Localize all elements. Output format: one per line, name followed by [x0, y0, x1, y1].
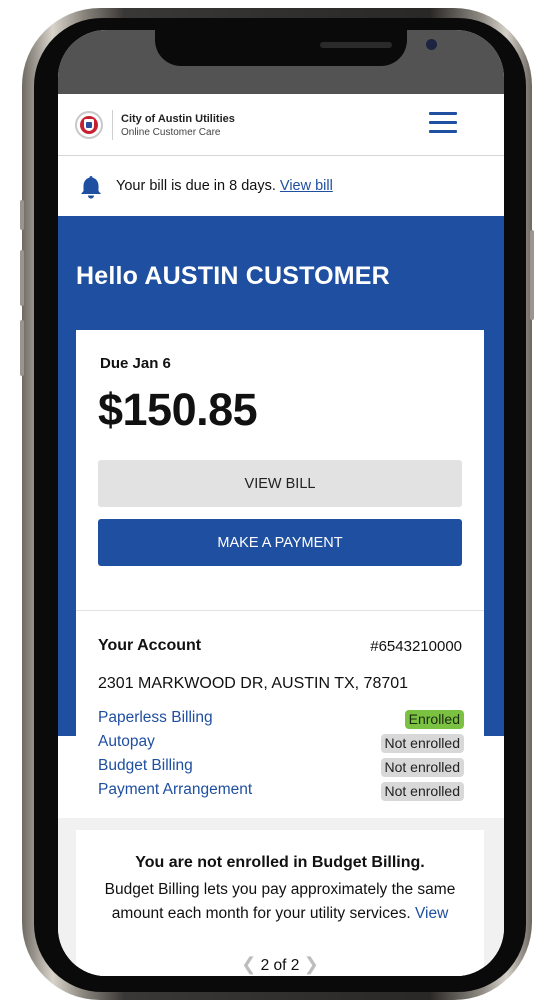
chevron-right-icon[interactable]: ❯: [304, 954, 319, 974]
seal-emblem: [86, 122, 92, 128]
hamburger-menu-icon[interactable]: [429, 110, 457, 134]
program-row-paperless: Paperless Billing Enrolled: [98, 709, 464, 731]
phone-volume-up-button: [20, 250, 24, 306]
view-bill-link[interactable]: View bill: [280, 178, 333, 194]
status-badge: Not enrolled: [380, 734, 464, 753]
bill-summary-card: Due Jan 6 $150.85 VIEW BILL MAKE A PAYME…: [76, 330, 484, 610]
menu-line: [429, 112, 457, 115]
program-row-payment-arrangement: Payment Arrangement Not enrolled: [98, 781, 464, 803]
promo-title: You are not enrolled in Budget Billing.: [135, 854, 425, 871]
budget-billing-link[interactable]: Budget Billing: [98, 757, 193, 775]
phone-notch: [155, 30, 437, 66]
account-title: Your Account: [98, 637, 202, 654]
menu-line: [429, 130, 457, 133]
status-badge: Enrolled: [404, 710, 464, 729]
payment-arrangement-link[interactable]: Payment Arrangement: [98, 781, 252, 799]
budget-billing-promo-card: You are not enrolled in Budget Billing. …: [76, 830, 484, 976]
view-bill-button[interactable]: VIEW BILL: [98, 460, 462, 507]
brand-name: City of Austin Utilities: [121, 113, 235, 125]
site-header: City of Austin Utilities Online Customer…: [58, 94, 504, 156]
phone-power-button: [530, 230, 534, 320]
chevron-left-icon[interactable]: ❮: [241, 954, 256, 974]
phone-screen: City of Austin Utilities Online Customer…: [58, 30, 504, 976]
account-number: #6543210000: [370, 638, 462, 655]
brand-subtitle: Online Customer Care: [121, 127, 221, 138]
city-seal-logo[interactable]: [75, 111, 103, 139]
account-section: Your Account #6543210000 2301 MARKWOOD D…: [76, 610, 484, 818]
phone-side-button: [20, 200, 24, 230]
brand-divider: [112, 110, 113, 140]
pager-count: 2 of 2: [260, 957, 300, 974]
phone-volume-down-button: [20, 320, 24, 376]
status-badge: Not enrolled: [380, 782, 464, 801]
amount-due: $150.85: [98, 384, 258, 435]
menu-line: [429, 121, 457, 124]
bill-due-alert: Your bill is due in 8 days. View bill: [58, 156, 504, 216]
speaker-grille: [320, 42, 392, 48]
carousel-pager: ❮ 2 of 2 ❯: [76, 954, 484, 975]
paperless-billing-link[interactable]: Paperless Billing: [98, 709, 213, 727]
service-address: 2301 MARKWOOD DR, AUSTIN TX, 78701: [98, 675, 409, 692]
bell-icon: [81, 176, 101, 199]
autopay-link[interactable]: Autopay: [98, 733, 155, 751]
promo-body: Budget Billing lets you pay approximatel…: [98, 878, 462, 926]
make-payment-button[interactable]: MAKE A PAYMENT: [98, 519, 462, 566]
program-row-autopay: Autopay Not enrolled: [98, 733, 464, 755]
alert-text: Your bill is due in 8 days.: [116, 178, 276, 194]
due-date-label: Due Jan 6: [100, 355, 171, 372]
program-row-budget-billing: Budget Billing Not enrolled: [98, 757, 464, 779]
alert-message: Your bill is due in 8 days. View bill: [116, 178, 333, 194]
promo-text: Budget Billing lets you pay approximatel…: [104, 881, 456, 922]
status-badge: Not enrolled: [380, 758, 464, 777]
promo-view-link[interactable]: View: [415, 905, 448, 922]
greeting-heading: Hello AUSTIN CUSTOMER: [76, 262, 390, 290]
front-camera: [426, 39, 437, 50]
